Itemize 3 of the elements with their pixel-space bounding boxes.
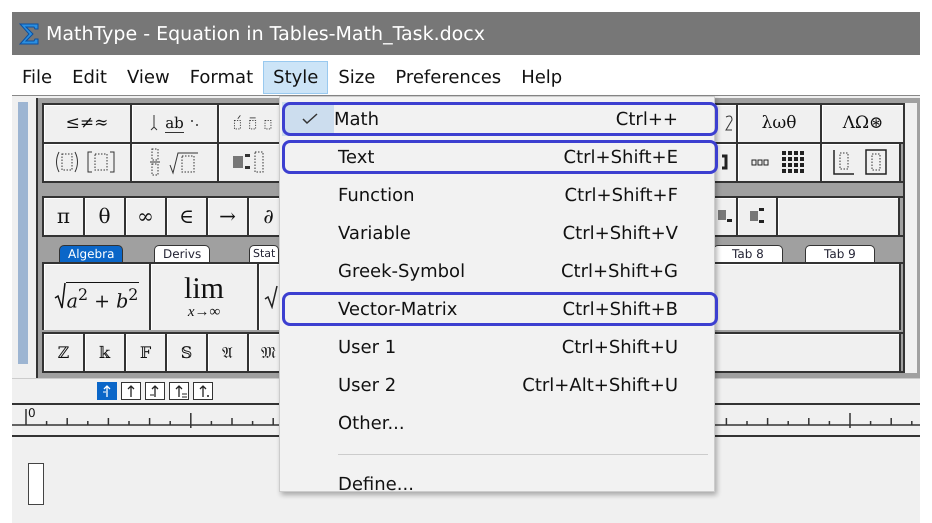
underbrace-label: ab	[165, 114, 184, 133]
window-title: MathType - Equation in Tables-Math_Task.docx	[46, 22, 485, 44]
ruler-origin: 0	[28, 406, 36, 420]
